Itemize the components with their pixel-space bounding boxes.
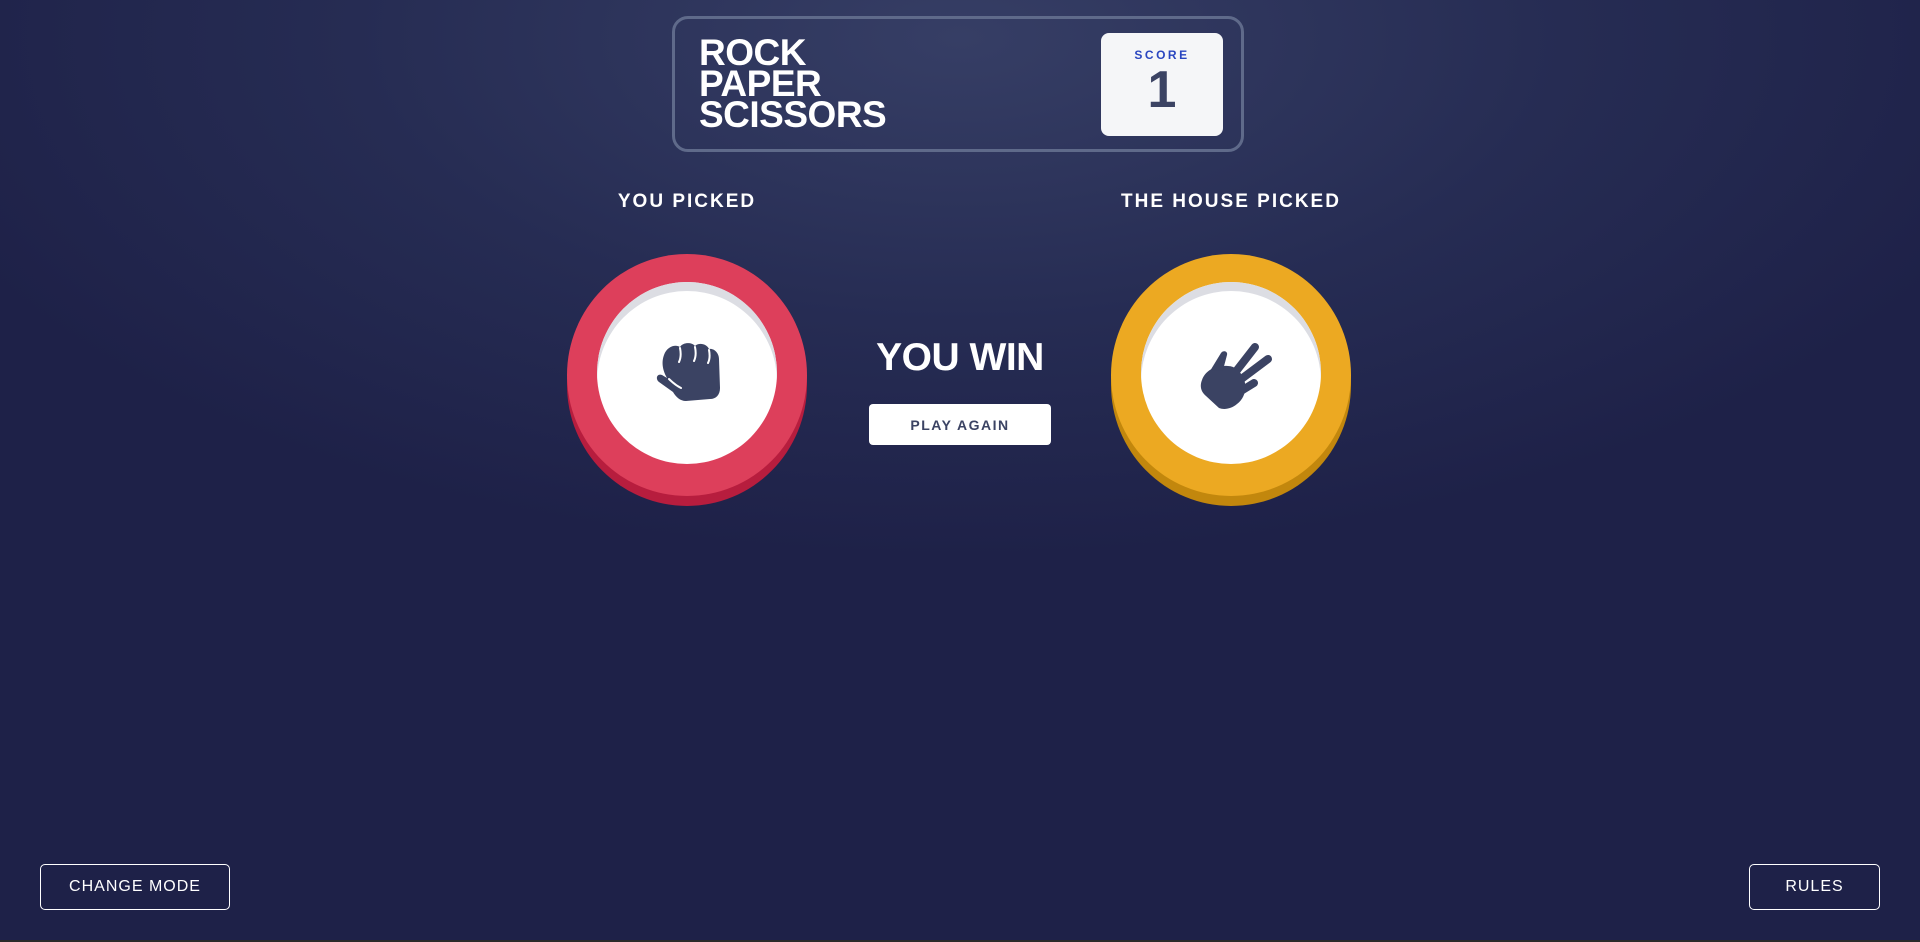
house-picked-label: THE HOUSE PICKED [1121, 191, 1341, 212]
you-picked-label: YOU PICKED [617, 191, 757, 212]
house-choice-inner [1141, 282, 1321, 464]
scissors-hand-icon [1200, 343, 1272, 409]
game-title: ROCK PAPER SCISSORS [699, 34, 887, 135]
player-choice-inner [597, 282, 777, 464]
score-box: SCORE 1 [1101, 33, 1223, 136]
rock-fist-icon [656, 343, 720, 401]
score-value: 1 [1147, 61, 1177, 119]
change-mode-button[interactable]: CHANGE MODE [40, 864, 230, 910]
player-choice-rock [567, 254, 807, 496]
score-label: SCORE [1134, 48, 1190, 62]
game-header: ROCK PAPER SCISSORS SCORE 1 [672, 16, 1244, 152]
result-text: YOU WIN [876, 336, 1044, 379]
title-line-scissors: SCISSORS [699, 94, 887, 135]
house-choice-scissors [1111, 254, 1351, 496]
rules-button[interactable]: RULES [1749, 864, 1880, 910]
play-again-button[interactable]: PLAY AGAIN [869, 404, 1051, 445]
